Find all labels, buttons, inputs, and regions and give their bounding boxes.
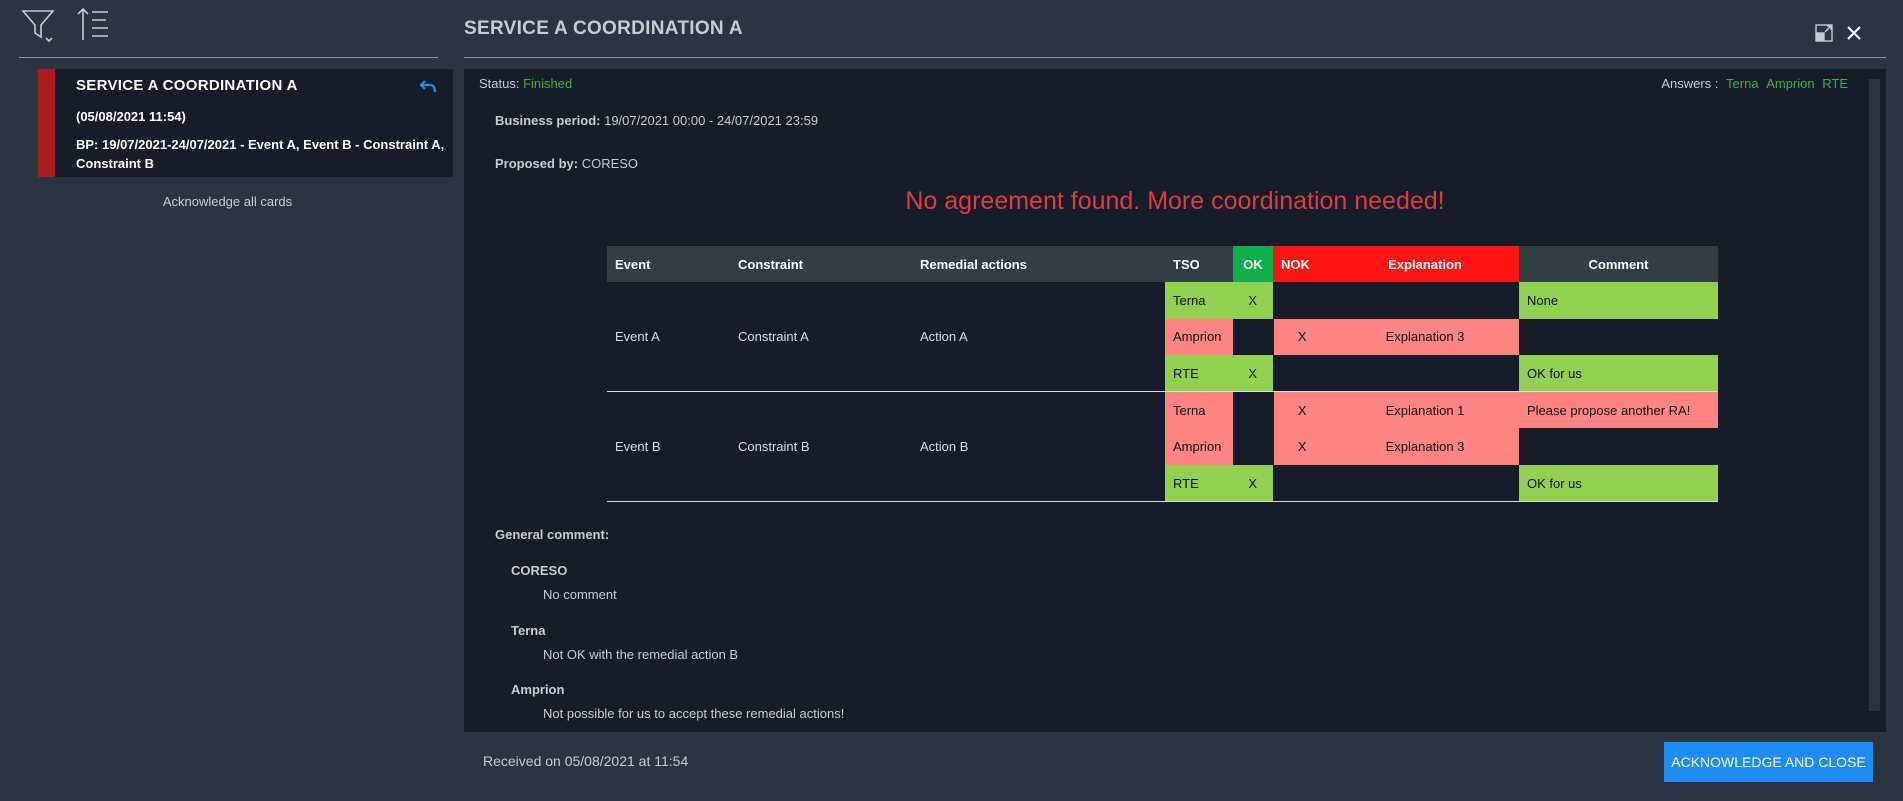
proposed-by-label: Proposed by: [495, 156, 579, 171]
constraint-cell: Constraint B [730, 391, 912, 503]
ok-cell: X [1233, 464, 1273, 503]
comment-text: No comment [543, 587, 617, 602]
column-header-constraint: Constraint [730, 246, 912, 282]
nok-cell [1272, 464, 1331, 503]
column-header-ok: OK [1233, 246, 1273, 282]
severity-stripe [38, 69, 55, 177]
comment-author: Amprion [511, 682, 565, 697]
tso-cell: Terna [1165, 282, 1233, 319]
column-header-nok: NOK [1273, 246, 1331, 282]
detail-header-actions [1815, 24, 1863, 47]
nok-cell: X [1272, 391, 1331, 429]
action-cell: Action B [912, 391, 1165, 503]
column-header-explanation: Explanation [1331, 246, 1519, 282]
explanation-cell [1331, 464, 1519, 503]
detail-title: SERVICE A COORDINATION A [464, 18, 743, 39]
comment-cell: Please propose another RA! [1519, 391, 1718, 429]
status-value: Finished [523, 76, 573, 91]
comment-cell: OK for us [1519, 464, 1718, 503]
coordination-table: Event Constraint Remedial actions TSO OK… [607, 246, 1718, 503]
business-period: Business period: 19/07/2021 00:00 - 24/0… [495, 113, 818, 128]
explanation-cell: Explanation 3 [1331, 318, 1519, 356]
column-header-remedial-actions: Remedial actions [912, 246, 1165, 282]
sort-icon[interactable] [76, 6, 112, 42]
comment-author: CORESO [511, 563, 568, 578]
column-header-comment: Comment [1519, 246, 1718, 282]
business-period-value: 19/07/2021 00:00 - 24/07/2021 23:59 [604, 113, 819, 128]
tso-cell: Amprion [1165, 318, 1233, 356]
reply-icon[interactable] [419, 79, 437, 98]
general-comment-label: General comment: [495, 527, 610, 542]
received-timestamp: Received on 05/08/2021 at 11:54 [483, 753, 689, 769]
business-period-label: Business period: [495, 113, 601, 128]
comment-text: Not OK with the remedial action B [543, 647, 739, 662]
table-row: Event B Constraint B Action B Terna X Ex… [607, 391, 1718, 503]
comment-cell: OK for us [1519, 355, 1718, 393]
answer-tso: Terna [1726, 76, 1759, 91]
tso-cell: RTE [1165, 355, 1233, 393]
ok-cell: X [1233, 355, 1273, 393]
feed-toolbar [20, 4, 112, 44]
card-detail-body: Status: Finished Answers : Terna Amprion… [464, 69, 1886, 732]
comment-cell [1519, 319, 1718, 356]
comment-cell: None [1519, 282, 1718, 319]
explanation-cell: Explanation 3 [1331, 428, 1519, 465]
action-cell: Action A [912, 282, 1165, 393]
ok-cell [1233, 428, 1273, 465]
proposed-by-value: CORESO [581, 156, 639, 171]
column-header-tso: TSO [1165, 246, 1233, 282]
ok-cell [1233, 392, 1273, 429]
nok-cell: X [1272, 428, 1331, 465]
acknowledge-all-link[interactable]: Acknowledge all cards [38, 194, 417, 209]
explanation-cell: Explanation 1 [1331, 391, 1519, 429]
answer-tso: RTE [1822, 76, 1848, 91]
acknowledge-and-close-button[interactable]: ACKNOWLEDGE AND CLOSE [1664, 742, 1873, 782]
column-header-event: Event [607, 246, 730, 282]
answer-tso: Amprion [1766, 76, 1815, 91]
ok-cell: X [1233, 282, 1273, 319]
nok-cell: X [1272, 318, 1331, 356]
explanation-cell [1331, 355, 1519, 393]
constraint-cell: Constraint A [730, 282, 912, 393]
filter-icon[interactable] [20, 6, 58, 42]
comment-text: Not possible for us to accept these reme… [543, 706, 845, 721]
card-date: (05/08/2021 11:54) [76, 109, 186, 124]
table-row: Event A Constraint A Action A Terna X No… [607, 282, 1718, 393]
ok-cell [1233, 319, 1273, 356]
table-header-row: Event Constraint Remedial actions TSO OK… [607, 246, 1718, 282]
tso-cell: Terna [1165, 391, 1233, 429]
nok-cell [1272, 282, 1331, 319]
status-label: Status: [479, 76, 520, 91]
close-icon[interactable] [1845, 24, 1863, 47]
status: Status: Finished [479, 76, 572, 91]
answers: Answers : Terna Amprion RTE [1661, 76, 1848, 91]
expand-icon[interactable] [1815, 24, 1833, 47]
tso-cell: RTE [1165, 464, 1233, 503]
proposed-by: Proposed by: CORESO [495, 156, 638, 171]
card-title: SERVICE A COORDINATION A [76, 77, 298, 94]
event-cell: Event A [607, 282, 730, 393]
detail-divider [464, 57, 1886, 58]
event-cell: Event B [607, 391, 730, 503]
feed-divider [19, 57, 438, 58]
comment-cell [1519, 428, 1718, 465]
feed-card[interactable]: SERVICE A COORDINATION A (05/08/2021 11:… [38, 69, 453, 177]
scrollbar[interactable] [1869, 79, 1880, 711]
tso-cell: Amprion [1165, 428, 1233, 465]
answers-label: Answers : [1661, 76, 1719, 91]
nok-cell [1272, 355, 1331, 393]
card-summary: BP: 19/07/2021-24/07/2021 - Event A, Eve… [76, 137, 445, 171]
alert-message: No agreement found. More coordination ne… [905, 187, 1445, 215]
explanation-cell [1331, 282, 1519, 319]
comment-author: Terna [511, 623, 546, 638]
